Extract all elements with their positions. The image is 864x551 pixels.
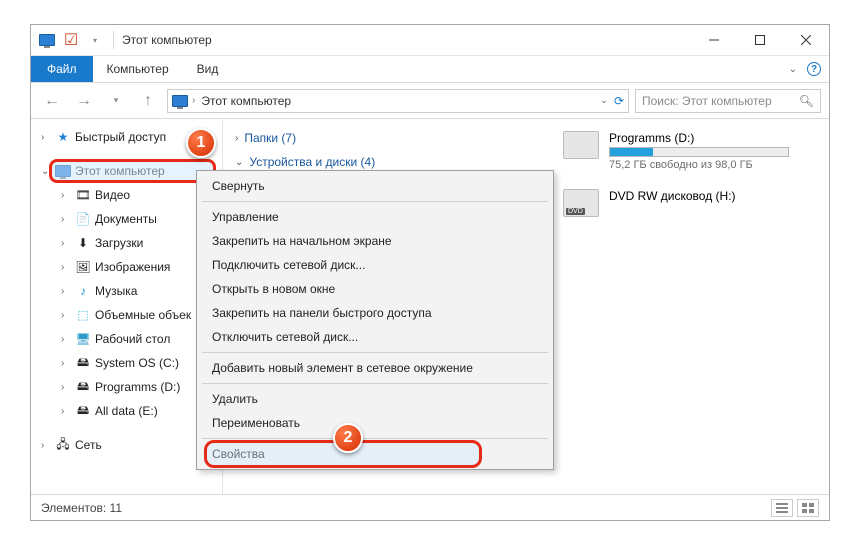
chevron-right-icon: › (235, 133, 238, 144)
crumb-pc-icon (172, 95, 188, 107)
search-icon[interactable]: 🔍︎ (799, 94, 814, 108)
ctx-disconnect[interactable]: Отключить сетевой диск... (200, 325, 550, 349)
drive-item[interactable]: DVD DVD RW дисковод (H:) (563, 189, 789, 217)
ctx-separator (202, 201, 548, 202)
status-count: Элементов: 11 (41, 501, 122, 515)
download-icon: ⬇ (75, 235, 91, 251)
sidebar-item-music[interactable]: ›♪Музыка (31, 279, 222, 303)
sidebar-item-drive-c[interactable]: ›🖴System OS (C:) (31, 351, 222, 375)
drive-icon: 🖴 (75, 379, 91, 395)
ctx-add-network[interactable]: Добавить новый элемент в сетевое окружен… (200, 356, 550, 380)
maximize-button[interactable] (737, 25, 783, 55)
context-menu: Свернуть Управление Закрепить на начальн… (196, 170, 554, 470)
up-button[interactable]: ↑ (135, 88, 161, 114)
forward-button[interactable]: → (71, 88, 97, 114)
close-button[interactable] (783, 25, 829, 55)
search-label: Поиск: Этот компьютер (642, 94, 772, 108)
drive-free: 75,2 ГБ свободно из 98,0 ГБ (609, 159, 789, 171)
history-dropdown[interactable]: ▾ (103, 88, 129, 114)
drive-name: Programms (D:) (609, 131, 789, 145)
sidebar-item-network[interactable]: ›🖧Сеть (31, 433, 222, 457)
sidebar-item-drive-d[interactable]: ›🖴Programms (D:) (31, 375, 222, 399)
music-icon: ♪ (75, 283, 91, 299)
back-button[interactable]: ← (39, 88, 65, 114)
title-separator (113, 31, 114, 49)
ribbon-expand-icon[interactable]: ⌄ (789, 64, 797, 75)
help-icon[interactable]: ? (807, 62, 821, 76)
qat-check-icon[interactable]: ☑ (61, 30, 81, 50)
pc-icon (37, 30, 57, 50)
video-icon: 🎞 (75, 187, 91, 203)
picture-icon: 🖼 (75, 259, 91, 275)
ctx-manage[interactable]: Управление (200, 205, 550, 229)
ctx-separator (202, 438, 548, 439)
chevron-down-icon: ⌄ (235, 157, 243, 168)
sidebar-item-documents[interactable]: ›📄Документы (31, 207, 222, 231)
drive-item[interactable]: Programms (D:) 75,2 ГБ свободно из 98,0 … (563, 131, 789, 171)
ctx-collapse[interactable]: Свернуть (200, 174, 550, 198)
sidebar-item-desktop[interactable]: ›🖥Рабочий стол (31, 327, 222, 351)
address-field[interactable]: › Этот компьютер ⌄ ⟳ (167, 89, 629, 113)
ctx-properties[interactable]: Свойства (200, 442, 550, 466)
annotation-badge-1: 1 (186, 128, 216, 158)
minimize-button[interactable] (691, 25, 737, 55)
ctx-pin-start[interactable]: Закрепить на начальном экране (200, 229, 550, 253)
refresh-icon[interactable]: ⟳ (614, 94, 624, 108)
drive-icon: 🖴 (75, 355, 91, 371)
tab-view[interactable]: Вид (183, 56, 233, 82)
ctx-map-drive[interactable]: Подключить сетевой диск... (200, 253, 550, 277)
ctx-separator (202, 383, 548, 384)
ctx-new-window[interactable]: Открыть в новом окне (200, 277, 550, 301)
capacity-bar (609, 147, 789, 157)
ctx-delete[interactable]: Удалить (200, 387, 550, 411)
sidebar-item-3d[interactable]: ›⬚Объемные объек (31, 303, 222, 327)
tab-file[interactable]: Файл (31, 56, 93, 82)
view-icons-button[interactable] (797, 499, 819, 517)
ctx-rename[interactable]: Переименовать (200, 411, 550, 435)
address-dropdown-icon[interactable]: ⌄ (600, 95, 608, 106)
cube-icon: ⬚ (75, 307, 91, 323)
navigation-pane: ›★Быстрый доступ ⌄Этот компьютер ›🎞Видео… (31, 119, 223, 494)
annotation-badge-2: 2 (333, 423, 363, 453)
sidebar-item-downloads[interactable]: ›⬇Загрузки (31, 231, 222, 255)
ctx-pin-quick[interactable]: Закрепить на панели быстрого доступа (200, 301, 550, 325)
desktop-icon: 🖥 (75, 331, 91, 347)
network-icon: 🖧 (55, 437, 71, 453)
ribbon: Файл Компьютер Вид ⌄ ? (31, 56, 829, 83)
star-icon: ★ (55, 129, 71, 145)
window-title: Этот компьютер (122, 33, 212, 47)
qat-dropdown-icon[interactable]: ▾ (85, 30, 105, 50)
sidebar-item-drive-e[interactable]: ›🖴All data (E:) (31, 399, 222, 423)
breadcrumb[interactable]: Этот компьютер (201, 94, 291, 108)
address-bar: ← → ▾ ↑ › Этот компьютер ⌄ ⟳ Поиск: Этот… (31, 83, 829, 119)
chevron-right-icon: › (192, 95, 195, 106)
tab-computer[interactable]: Компьютер (93, 56, 183, 82)
search-input[interactable]: Поиск: Этот компьютер 🔍︎ (635, 89, 821, 113)
document-icon: 📄 (75, 211, 91, 227)
status-bar: Элементов: 11 (31, 494, 829, 520)
ctx-separator (202, 352, 548, 353)
sidebar-item-pictures[interactable]: ›🖼Изображения (31, 255, 222, 279)
sidebar-item-this-pc[interactable]: ⌄Этот компьютер (31, 159, 222, 183)
view-details-button[interactable] (771, 499, 793, 517)
drive-icon: 🖴 (75, 403, 91, 419)
sidebar-item-videos[interactable]: ›🎞Видео (31, 183, 222, 207)
title-bar: ☑ ▾ Этот компьютер (31, 25, 829, 56)
drive-name: DVD RW дисковод (H:) (609, 189, 736, 203)
dvd-icon: DVD (563, 189, 599, 217)
hdd-icon (563, 131, 599, 159)
pc-icon (55, 163, 71, 179)
